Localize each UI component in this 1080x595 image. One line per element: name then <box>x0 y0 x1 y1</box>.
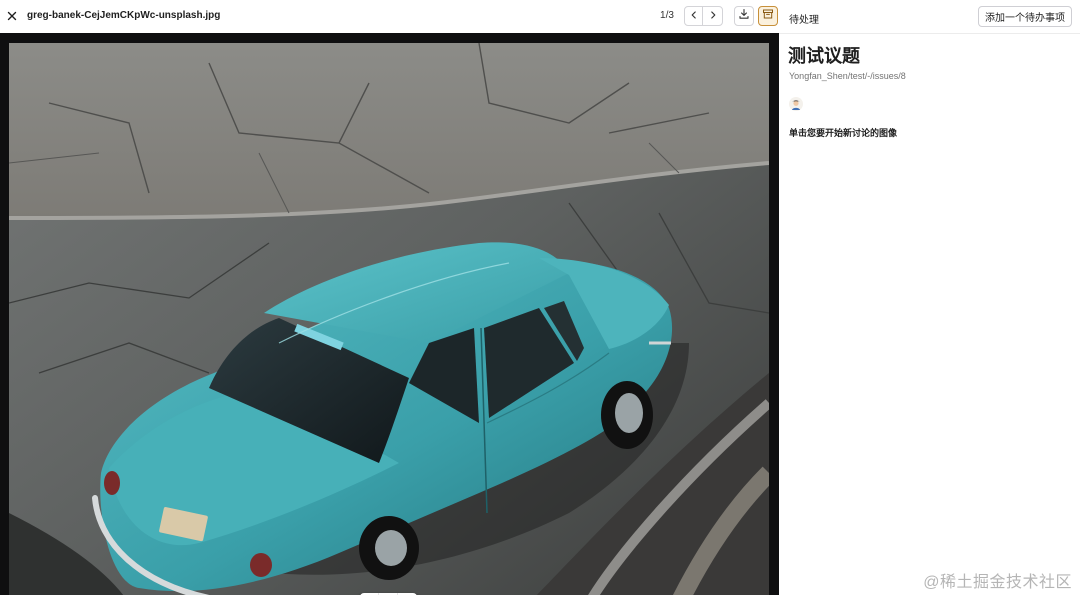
car-photo[interactable] <box>9 43 769 595</box>
panel-header: 待处理 添加一个待办事项 <box>779 0 1080 34</box>
image-viewer <box>0 33 779 595</box>
discussion-hint: 单击您要开始新讨论的图像 <box>789 128 898 138</box>
previous-image-button[interactable] <box>684 6 703 26</box>
issue-title: 测试议题 <box>788 46 860 66</box>
user-avatar[interactable] <box>789 97 803 111</box>
next-image-button[interactable] <box>702 6 723 26</box>
close-icon[interactable] <box>4 8 20 24</box>
chevron-right-icon <box>708 7 718 25</box>
watermark: @稀土掘金技术社区 <box>923 574 1072 591</box>
issue-panel: 待处理 添加一个待办事项 测试议题 Yongfan_Shen/test/-/is… <box>779 0 1080 595</box>
archive-icon <box>762 7 774 25</box>
status-label: 待处理 <box>789 15 819 26</box>
chevron-left-icon <box>689 7 699 25</box>
page-indicator: 1/3 <box>660 10 674 21</box>
add-todo-button[interactable]: 添加一个待办事项 <box>978 6 1072 27</box>
issue-reference-link[interactable]: Yongfan_Shen/test/-/issues/8 <box>789 71 906 81</box>
download-button[interactable] <box>734 6 754 26</box>
archive-button[interactable] <box>758 6 778 26</box>
download-icon <box>738 7 750 25</box>
viewer-toolbar: greg-banek-CejJemCKpWc-unsplash.jpg 1/3 <box>0 0 779 33</box>
file-name: greg-banek-CejJemCKpWc-unsplash.jpg <box>27 10 221 21</box>
